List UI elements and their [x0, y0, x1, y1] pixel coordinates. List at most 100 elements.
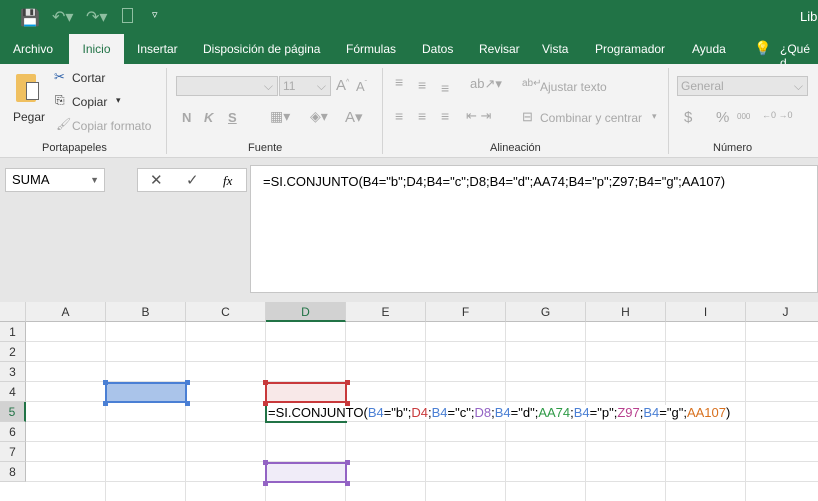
currency-button[interactable]: $	[684, 109, 692, 126]
fill-color-icon[interactable]: ◈▾	[310, 108, 328, 125]
paste-button[interactable]: Pegar	[10, 70, 46, 134]
formula-token: ="c";	[447, 405, 475, 420]
resize-handle[interactable]	[345, 481, 350, 486]
row-header-4[interactable]: 4	[0, 382, 26, 402]
resize-handle[interactable]	[185, 380, 190, 385]
percent-button[interactable]: %	[716, 109, 729, 126]
cell-d5-formula[interactable]: =SI.CONJUNTO(B4="b";D4;B4="c";D8;B4="d";…	[268, 405, 731, 420]
formula-token: ="p";	[589, 405, 618, 420]
formula-token: ="g";	[659, 405, 687, 420]
name-box[interactable]: SUMA ▼	[5, 168, 105, 192]
row-header-3[interactable]: 3	[0, 362, 26, 382]
new-file-icon[interactable]	[122, 8, 133, 23]
formula-token: Z97	[617, 405, 640, 420]
copy-icon: ⎘	[55, 93, 65, 107]
copy-button[interactable]: Copiar	[72, 95, 107, 109]
formula-token: )	[725, 405, 731, 420]
customize-qat-icon[interactable]: ▿	[152, 8, 158, 21]
tab-revisar[interactable]: Revisar	[471, 34, 528, 64]
column-header-H[interactable]: H	[586, 302, 666, 322]
align-bottom-icon[interactable]: ≡	[441, 80, 449, 96]
decimal-icons[interactable]: ←0 →0	[762, 110, 793, 120]
row-header-8[interactable]: 8	[0, 462, 26, 482]
column-header-F[interactable]: F	[426, 302, 506, 322]
resize-handle[interactable]	[263, 481, 268, 486]
group-label-clipboard: Portapapeles	[42, 142, 107, 154]
tab-inicio[interactable]: Inicio	[69, 34, 124, 64]
align-top-icon[interactable]: ≡	[395, 74, 403, 90]
save-icon[interactable]: 💾	[20, 8, 40, 28]
spreadsheet-grid[interactable]: ABCDEFGHIJ12345678 =SI.CONJUNTO(B4="b";D…	[0, 302, 818, 501]
font-color-icon[interactable]: A▾	[345, 108, 363, 126]
ref-highlight-d8	[265, 462, 347, 483]
title-bar: 💾 ↶▾ ↷▾ ▿ Lib	[0, 0, 818, 34]
align-center-icon[interactable]: ≡	[418, 108, 426, 124]
shrink-font-icon[interactable]: Aˇ	[356, 79, 367, 94]
formula-token: D4	[411, 405, 429, 420]
tab-datos[interactable]: Datos	[414, 34, 461, 64]
insert-function-icon[interactable]: fx	[223, 173, 232, 189]
tab-disposicion[interactable]: Disposición de página	[195, 34, 328, 64]
row-header-2[interactable]: 2	[0, 342, 26, 362]
row-header-7[interactable]: 7	[0, 442, 26, 462]
tab-ayuda[interactable]: Ayuda	[684, 34, 734, 64]
column-header-B[interactable]: B	[106, 302, 186, 322]
resize-handle[interactable]	[103, 380, 108, 385]
select-all[interactable]	[0, 302, 26, 322]
merge-center-button[interactable]: Combinar y centrar	[540, 111, 642, 125]
font-size-dropdown[interactable]: 11 ⌵	[279, 76, 331, 96]
align-left-icon[interactable]: ≡	[395, 108, 403, 124]
lightbulb-icon[interactable]: 💡	[754, 40, 771, 57]
resize-handle[interactable]	[345, 380, 350, 385]
window-title: Lib	[800, 9, 818, 24]
column-header-D[interactable]: D	[266, 302, 346, 322]
cancel-icon[interactable]: ✕	[150, 171, 163, 189]
column-header-G[interactable]: G	[506, 302, 586, 322]
column-header-I[interactable]: I	[666, 302, 746, 322]
borders-icon[interactable]: ▦▾	[270, 108, 290, 125]
cut-button[interactable]: Cortar	[72, 71, 105, 85]
column-header-E[interactable]: E	[346, 302, 426, 322]
resize-handle[interactable]	[345, 460, 350, 465]
format-painter-icon: 🖌	[56, 117, 72, 131]
formula-token: B4	[367, 405, 384, 420]
font-name-dropdown[interactable]: ⌵	[176, 76, 278, 96]
undo-icon[interactable]: ↶▾	[52, 7, 73, 27]
orientation-icon[interactable]: ab↗▾	[470, 76, 502, 92]
wrap-text-button[interactable]: Ajustar texto	[540, 80, 607, 94]
row-header-1[interactable]: 1	[0, 322, 26, 342]
column-header-C[interactable]: C	[186, 302, 266, 322]
group-label-number: Número	[713, 142, 753, 154]
tab-formulas[interactable]: Fórmulas	[338, 34, 404, 64]
underline-button[interactable]: S	[228, 110, 237, 125]
tab-vista[interactable]: Vista	[534, 34, 576, 64]
align-middle-icon[interactable]: ≡	[418, 77, 426, 93]
enter-icon[interactable]: ✓	[186, 171, 199, 189]
italic-button[interactable]: K	[204, 110, 213, 125]
resize-handle[interactable]	[263, 460, 268, 465]
resize-handle[interactable]	[185, 401, 190, 406]
formula-token: AA74	[538, 405, 571, 420]
resize-handle[interactable]	[263, 401, 268, 406]
tab-archivo[interactable]: Archivo	[5, 34, 61, 64]
resize-handle[interactable]	[103, 401, 108, 406]
indent-icons[interactable]: ⇤ ⇥	[466, 108, 491, 124]
tab-insertar[interactable]: Insertar	[129, 34, 186, 64]
format-painter-button[interactable]: Copiar formato	[72, 119, 151, 133]
formula-bar[interactable]: =SI.CONJUNTO(B4="b";D4;B4="c";D8;B4="d";…	[250, 165, 818, 293]
row-header-6[interactable]: 6	[0, 422, 26, 442]
grow-font-icon[interactable]: A^	[336, 77, 349, 94]
formula-token: D8	[474, 405, 492, 420]
column-header-J[interactable]: J	[746, 302, 818, 322]
thousands-button[interactable]: 000	[737, 112, 750, 121]
number-format-dropdown[interactable]: General ⌵	[677, 76, 808, 96]
formula-token: B4	[573, 405, 590, 420]
column-header-A[interactable]: A	[26, 302, 106, 322]
tab-programador[interactable]: Programador	[587, 34, 673, 64]
bold-button[interactable]: N	[182, 110, 191, 125]
resize-handle[interactable]	[345, 401, 350, 406]
redo-icon[interactable]: ↷▾	[86, 7, 107, 27]
row-header-5[interactable]: 5	[0, 402, 26, 422]
resize-handle[interactable]	[263, 380, 268, 385]
align-right-icon[interactable]: ≡	[441, 108, 449, 124]
